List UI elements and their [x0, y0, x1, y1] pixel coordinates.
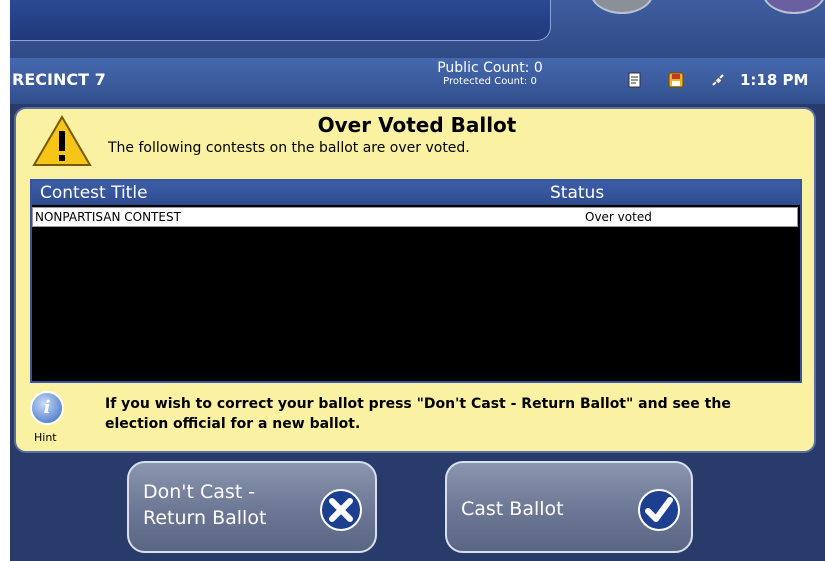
dialog-title: Over Voted Ballot — [317, 113, 517, 137]
row-contest-title: NONPARTISAN CONTEST — [35, 210, 181, 224]
row-status: Over voted — [585, 210, 652, 224]
ballot-counts: Public Count: 0 Protected Count: 0 — [410, 60, 570, 87]
dont-cast-label: Don't Cast - Return Ballot — [143, 481, 267, 529]
top-orb-left — [590, 0, 654, 14]
contest-table: Contest Title Status NONPARTISAN CONTEST… — [30, 179, 802, 383]
dialog-subtitle: The following contests on the ballot are… — [108, 140, 470, 156]
cast-ballot-button[interactable]: Cast Ballot — [445, 461, 693, 553]
report-icon — [628, 72, 641, 88]
table-header: Contest Title Status — [32, 181, 800, 205]
checkmark-icon — [638, 489, 680, 531]
hint-text: If you wish to correct your ballot press… — [105, 396, 731, 432]
top-orb-right — [762, 0, 825, 14]
column-header-contest-title: Contest Title — [40, 183, 148, 203]
protected-count: Protected Count: 0 — [443, 76, 537, 87]
cast-ballot-label: Cast Ballot — [461, 498, 564, 520]
dont-cast-return-ballot-button[interactable]: Don't Cast - Return Ballot — [127, 461, 377, 553]
clock: 1:18 PM — [740, 71, 809, 89]
column-header-status: Status — [550, 183, 605, 203]
x-cancel-icon — [320, 489, 362, 531]
public-count: Public Count: 0 — [437, 60, 543, 76]
precinct-label: RECINCT 7 — [12, 70, 106, 89]
power-plug-icon — [712, 74, 724, 86]
top-tab — [10, 0, 551, 41]
hint-label: Hint — [34, 431, 57, 444]
over-voted-dialog: Over Voted Ballot The following contests… — [14, 107, 816, 453]
table-row[interactable]: NONPARTISAN CONTEST Over voted — [32, 207, 798, 227]
status-bar: RECINCT 7 Public Count: 0 Protected Coun… — [10, 58, 825, 104]
memory-card-icon — [668, 72, 684, 88]
hint-area: i Hint If you wish to correct your ballo… — [30, 389, 802, 449]
voting-screen: RECINCT 7 Public Count: 0 Protected Coun… — [10, 0, 825, 561]
info-icon: i — [30, 391, 64, 425]
top-bar — [10, 0, 825, 60]
